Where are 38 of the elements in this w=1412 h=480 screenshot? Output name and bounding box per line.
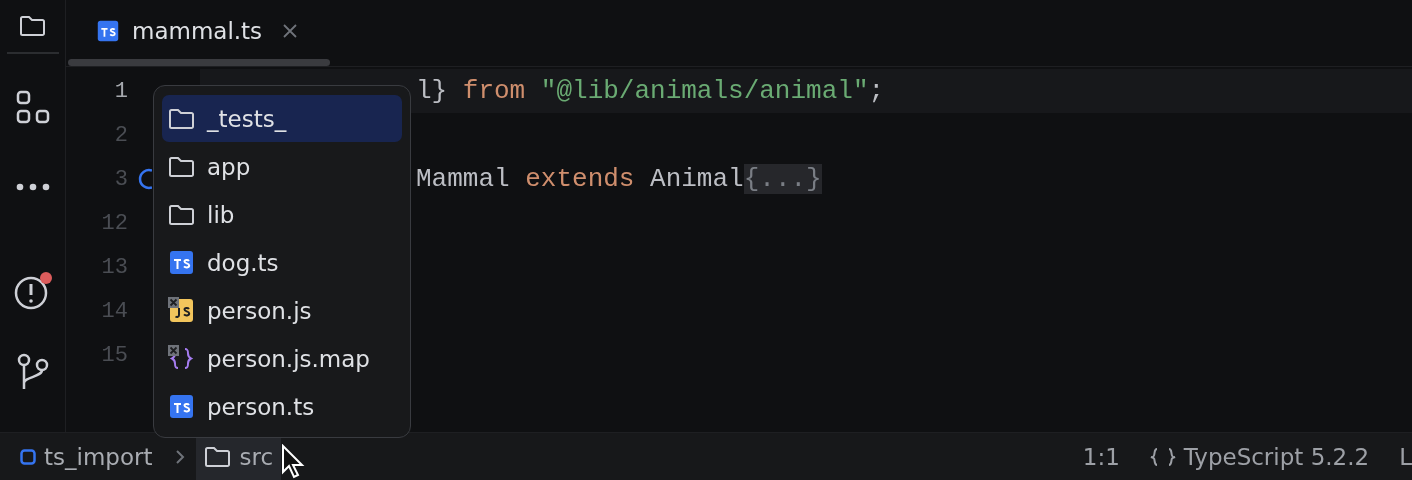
code-line: l} from "@lib/animals/animal";: [416, 76, 885, 106]
line-number: 12: [100, 210, 128, 236]
popup-item[interactable]: lib: [162, 191, 402, 238]
status-item[interactable]: L: [1399, 443, 1412, 470]
popup-item[interactable]: person.ts: [162, 383, 402, 430]
branch-icon[interactable]: [15, 353, 50, 391]
typescript-file-icon: [168, 393, 195, 420]
line-number: 15: [100, 342, 128, 368]
caret-position[interactable]: 1:1: [1082, 443, 1120, 470]
line-number: 13: [100, 254, 128, 280]
chevron-icon: [174, 447, 187, 466]
more-icon[interactable]: [15, 183, 50, 191]
excluded-braces-file-icon: [168, 345, 195, 372]
line-number: 2: [113, 122, 128, 148]
editor-tab[interactable]: mammal.ts: [94, 4, 305, 58]
braces-icon: [1149, 447, 1176, 466]
close-icon[interactable]: [282, 23, 299, 39]
typescript-file-icon: [96, 19, 120, 43]
problems-icon[interactable]: [12, 271, 53, 311]
breadcrumb[interactable]: ts_import: [12, 432, 161, 480]
structure-icon[interactable]: [15, 90, 50, 124]
gutter-marker-icon[interactable]: [138, 168, 152, 190]
popup-item[interactable]: dog.ts: [162, 239, 402, 286]
popup-item[interactable]: app: [162, 143, 402, 190]
popup-item[interactable]: person.js.map: [162, 335, 402, 382]
line-number: 14: [100, 298, 128, 324]
scrollbar-thumb[interactable]: [68, 59, 330, 66]
popup-item[interactable]: _tests_: [162, 95, 402, 142]
module-icon: [20, 448, 36, 465]
folder-icon: [204, 445, 232, 468]
line-number: 1: [113, 78, 128, 104]
popup-item[interactable]: person.js: [162, 287, 402, 334]
project-folder-icon: [19, 15, 46, 37]
language-widget[interactable]: TypeScript 5.2.2: [1149, 443, 1370, 470]
code-line: Mammal extends Animal{...}: [416, 164, 822, 194]
excluded-javascript-file-icon: [168, 297, 195, 324]
line-number: 3: [113, 166, 128, 192]
typescript-file-icon: [168, 249, 195, 276]
